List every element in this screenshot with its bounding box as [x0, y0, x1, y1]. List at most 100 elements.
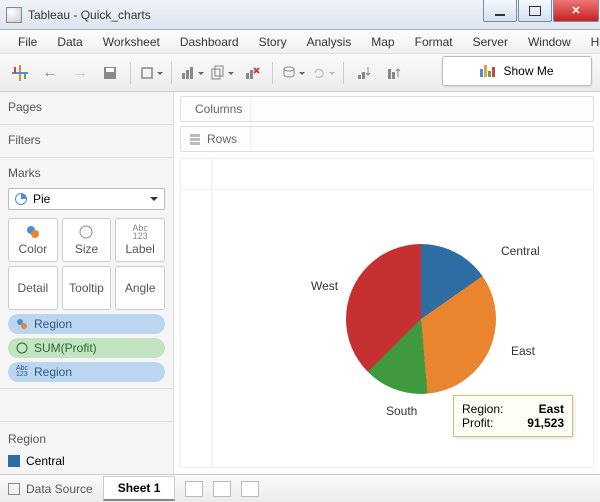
pages-title: Pages — [8, 96, 165, 118]
show-me-icon — [480, 65, 495, 77]
data-source-tab[interactable]: Data Source — [8, 482, 93, 496]
angle-button[interactable]: Angle — [115, 266, 165, 310]
color-icon — [16, 318, 28, 330]
menu-worksheet[interactable]: Worksheet — [93, 31, 170, 53]
slice-label-west: West — [311, 279, 338, 293]
refresh-button[interactable] — [311, 61, 335, 85]
pill-region-color[interactable]: Region — [8, 314, 165, 334]
color-icon — [25, 224, 41, 240]
pill-region-label[interactable]: Abc123 Region — [8, 362, 165, 382]
bottom-tabs: Data Source Sheet 1 — [0, 474, 600, 502]
tooltip-key: Region: — [462, 402, 503, 416]
tooltip-label: Tooltip — [69, 281, 104, 295]
pill-label: Region — [34, 317, 72, 331]
slice-label-south: South — [386, 404, 417, 418]
pages-shelf[interactable]: Pages — [0, 92, 173, 125]
back-button[interactable]: ← — [38, 61, 62, 85]
new-worksheet-tab[interactable] — [185, 481, 203, 497]
tooltip-val: 91,523 — [527, 416, 564, 430]
datasource-icon — [8, 483, 20, 495]
tableau-logo-icon[interactable] — [8, 61, 32, 85]
rows-icon — [189, 133, 201, 145]
menu-analysis[interactable]: Analysis — [297, 31, 362, 53]
app-window: Tableau - Quick_charts File Data Workshe… — [0, 0, 600, 502]
label-button[interactable]: Abc123 Label — [115, 218, 165, 262]
color-legend-card: Region Central — [0, 421, 173, 474]
angle-label: Angle — [125, 281, 156, 295]
color-button[interactable]: Color — [8, 218, 58, 262]
sort-asc-button[interactable] — [352, 61, 376, 85]
marks-title: Marks — [8, 162, 165, 184]
close-button[interactable] — [553, 0, 599, 22]
clear-button[interactable] — [240, 61, 264, 85]
separator — [130, 62, 131, 84]
slice-label-central: Central — [501, 244, 540, 258]
pill-label: Region — [34, 365, 72, 379]
content-area: Pages Filters Marks Pie Color — [0, 92, 600, 474]
menubar: File Data Worksheet Dashboard Story Anal… — [0, 30, 600, 54]
filters-shelf[interactable]: Filters — [0, 125, 173, 158]
sort-desc-button[interactable] — [382, 61, 406, 85]
menu-server[interactable]: Server — [463, 31, 518, 53]
sheet-tab[interactable]: Sheet 1 — [103, 476, 176, 501]
mark-type-dropdown[interactable]: Pie — [8, 188, 165, 210]
datasource-label: Data Source — [26, 482, 93, 496]
menu-dashboard[interactable]: Dashboard — [170, 31, 249, 53]
toolbar: ← → Show Me — [0, 54, 600, 92]
menu-file[interactable]: File — [8, 31, 47, 53]
mark-type-value: Pie — [33, 192, 50, 206]
slice-label-east: East — [511, 344, 535, 358]
size-label: Size — [75, 242, 98, 256]
forward-button[interactable]: → — [68, 61, 92, 85]
app-icon — [6, 7, 22, 23]
detail-label: Detail — [17, 281, 48, 295]
tooltip-button[interactable]: Tooltip — [62, 266, 112, 310]
menu-story[interactable]: Story — [249, 31, 297, 53]
titlebar: Tableau - Quick_charts — [0, 0, 600, 30]
pie-chart[interactable] — [346, 244, 496, 394]
new-story-tab[interactable] — [241, 481, 259, 497]
color-label: Color — [18, 242, 47, 256]
columns-shelf[interactable]: Columns — [180, 96, 594, 122]
viz-canvas[interactable]: Central East South West Region: East Prof… — [180, 158, 594, 468]
swap-button[interactable] — [281, 61, 305, 85]
save-button[interactable] — [98, 61, 122, 85]
new-worksheet-button[interactable] — [180, 61, 204, 85]
worksheet-area: Columns Rows Central East South West Reg… — [174, 92, 600, 474]
pill-label: SUM(Profit) — [34, 341, 97, 355]
menu-data[interactable]: Data — [47, 31, 92, 53]
show-me-label: Show Me — [503, 64, 553, 78]
side-panel: Pages Filters Marks Pie Color — [0, 92, 174, 474]
pie-icon — [15, 193, 27, 205]
legend-swatch — [8, 455, 20, 467]
window-controls — [483, 0, 600, 29]
legend-item-central[interactable]: Central — [8, 454, 165, 468]
size-button[interactable]: Size — [62, 218, 112, 262]
new-dashboard-tab[interactable] — [213, 481, 231, 497]
show-me-button[interactable]: Show Me — [442, 56, 592, 86]
maximize-button[interactable] — [518, 0, 552, 22]
pill-sum-profit[interactable]: SUM(Profit) — [8, 338, 165, 358]
duplicate-button[interactable] — [210, 61, 234, 85]
minimize-button[interactable] — [483, 0, 517, 22]
detail-button[interactable]: Detail — [8, 266, 58, 310]
menu-help[interactable]: Help — [581, 31, 600, 53]
separator — [343, 62, 344, 84]
menu-map[interactable]: Map — [361, 31, 404, 53]
new-datasource-button[interactable] — [139, 61, 163, 85]
window-title: Tableau - Quick_charts — [28, 8, 483, 22]
label-icon: Abc123 — [132, 224, 148, 240]
tooltip-key: Profit: — [462, 416, 493, 430]
marks-card: Marks Pie Color Size — [0, 158, 173, 389]
filters-title: Filters — [8, 129, 165, 151]
size-icon — [78, 224, 94, 240]
size-icon — [16, 342, 28, 354]
columns-label: Columns — [181, 97, 251, 121]
separator — [272, 62, 273, 84]
menu-window[interactable]: Window — [518, 31, 581, 53]
tooltip-val: East — [539, 402, 564, 416]
marks-buttons: Color Size Abc123 Label Detail Tooltip — [8, 218, 165, 310]
menu-format[interactable]: Format — [405, 31, 463, 53]
label-label: Label — [125, 242, 154, 256]
rows-shelf[interactable]: Rows — [180, 126, 594, 152]
